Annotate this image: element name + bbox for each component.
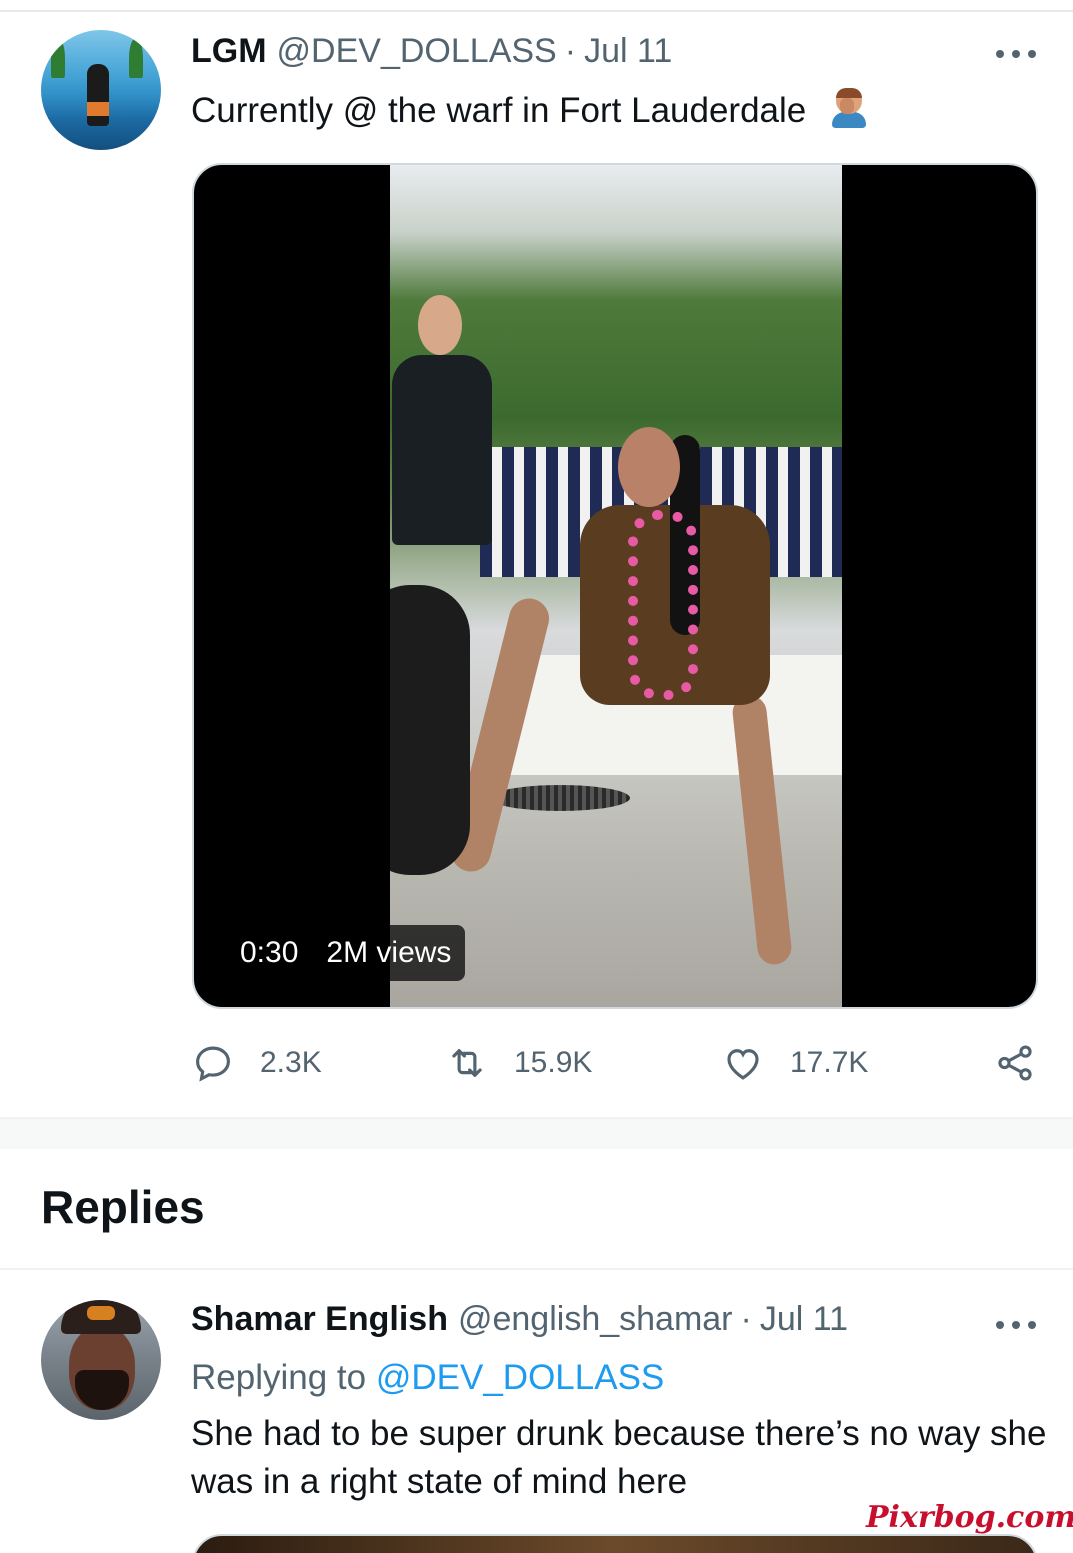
reply-header-separator: · xyxy=(740,1300,752,1338)
section-separator xyxy=(0,1117,1073,1149)
like-action[interactable]: 17.7K xyxy=(722,1042,868,1084)
reply-count: 2.3K xyxy=(260,1046,322,1079)
tweet-text: Currently @ the warf in Fort Lauderdale xyxy=(191,88,866,131)
replying-to: Replying to @DEV_DOLLASS xyxy=(191,1358,664,1398)
reply-header: Shamar English @english_shamar · Jul 11 xyxy=(191,1300,848,1346)
author-name[interactable]: LGM xyxy=(191,32,267,71)
avatar-palm-shape xyxy=(51,38,65,78)
video-info-badge: 0:30 2M views xyxy=(224,925,466,981)
tweet-header: LGM @DEV_DOLLASS · Jul 11 xyxy=(191,32,672,74)
retweet-action[interactable]: 15.9K xyxy=(446,1042,592,1084)
facepalm-emoji-icon xyxy=(830,88,866,128)
tweet-text-content: Currently @ the warf in Fort Lauderdale xyxy=(191,91,807,130)
video-views: 2M views xyxy=(326,936,452,969)
video-duration: 0:30 xyxy=(240,936,299,969)
main-tweet[interactable]: LGM @DEV_DOLLASS · Jul 11 Currently @ th… xyxy=(0,12,1073,1117)
watermark: Pixrbog.com xyxy=(866,1500,1073,1535)
video-man-shape xyxy=(392,355,492,545)
video-drain-shape xyxy=(490,785,630,811)
tweet-date[interactable]: Jul 11 xyxy=(584,32,672,71)
avatar-palm-shape xyxy=(129,38,143,78)
video-player[interactable]: 0:30 2M views xyxy=(192,163,1038,1009)
heart-icon[interactable] xyxy=(722,1042,764,1084)
reply-text: She had to be super drunk because there’… xyxy=(191,1414,1047,1501)
author-handle[interactable]: @DEV_DOLLASS xyxy=(277,32,557,71)
reply-author-handle[interactable]: @english_shamar xyxy=(458,1300,733,1339)
like-count: 17.7K xyxy=(790,1046,869,1079)
share-icon[interactable] xyxy=(994,1042,1036,1084)
avatar-shorts-shape xyxy=(87,102,109,116)
reply-divider xyxy=(0,1268,1073,1270)
reply-icon[interactable] xyxy=(192,1042,234,1084)
more-options-icon[interactable] xyxy=(996,48,1036,60)
avatar-cap-logo-shape xyxy=(87,1306,115,1320)
reply-date[interactable]: Jul 11 xyxy=(760,1300,848,1339)
reply-media-preview[interactable] xyxy=(192,1534,1038,1553)
reply-author-avatar[interactable] xyxy=(41,1300,161,1420)
share-action[interactable] xyxy=(994,1042,1036,1084)
video-woman-head-shape xyxy=(618,427,680,507)
header-separator: · xyxy=(564,32,577,70)
video-frame xyxy=(390,165,842,1007)
replying-to-prefix: Replying to xyxy=(191,1358,367,1397)
video-lei-shape xyxy=(628,510,698,700)
avatar-person-shape xyxy=(87,64,109,126)
author-avatar[interactable] xyxy=(41,30,161,150)
retweet-icon[interactable] xyxy=(446,1042,488,1084)
reply-action[interactable]: 2.3K xyxy=(192,1042,322,1084)
reply-more-options-icon[interactable] xyxy=(996,1319,1036,1331)
retweet-count: 15.9K xyxy=(514,1046,593,1079)
replying-to-handle-link[interactable]: @DEV_DOLLASS xyxy=(376,1358,664,1397)
reply-author-name[interactable]: Shamar English xyxy=(191,1300,448,1339)
replies-heading: Replies xyxy=(41,1181,205,1233)
video-foreground-shape xyxy=(390,585,470,875)
video-man-head-shape xyxy=(418,295,462,355)
